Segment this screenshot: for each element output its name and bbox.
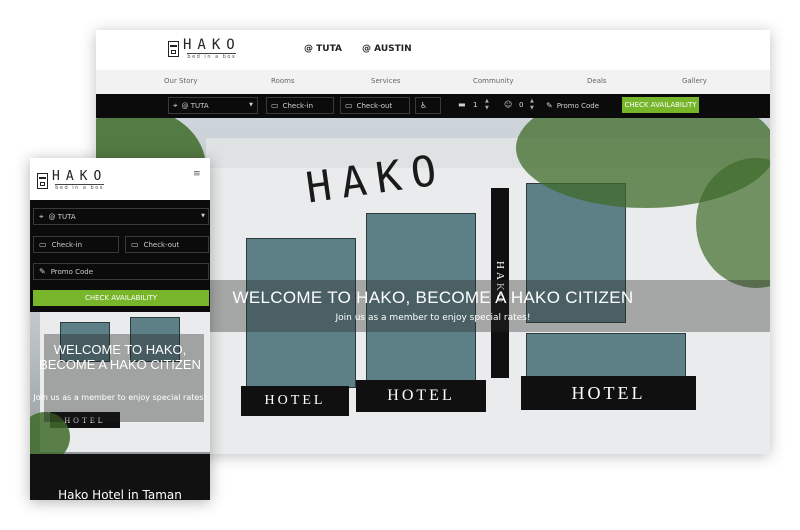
nav-item-rooms[interactable]: Rooms	[271, 77, 295, 85]
chevron-down-icon: ▼	[201, 213, 205, 219]
nav-item-services[interactable]: Services	[371, 77, 401, 85]
location-link-austin[interactable]: @ AUSTIN	[362, 44, 412, 54]
check-availability-button[interactable]: CHECK AVAILABILITY	[622, 97, 699, 113]
checkin-field[interactable]: ▭ Check-in	[33, 236, 119, 253]
map-pin-icon: ⌖	[173, 100, 178, 110]
guests-stepper[interactable]: ▲ ▼	[530, 98, 534, 112]
wheelchair-icon: ♿	[420, 100, 428, 110]
promo-field[interactable]: ✎ Promo Code	[542, 97, 614, 114]
nav-item-our-story[interactable]: Our Story	[164, 77, 198, 85]
location-select[interactable]: ⌖ @ TUTA ▼	[168, 97, 258, 114]
mobile-section-heading: Hako Hotel in Taman	[58, 488, 182, 500]
rooms-count: 1	[473, 101, 478, 109]
promo-field[interactable]: ✎ Promo Code	[33, 263, 209, 280]
map-pin-icon: ⌖	[39, 211, 44, 221]
guests-count: 0	[519, 101, 524, 109]
brand-logo[interactable]: HAKO bed in a box	[168, 38, 241, 60]
bed-icon: ▬	[458, 100, 466, 109]
chevron-down-icon: ▼	[249, 102, 253, 108]
checkout-field[interactable]: ▭ Check-out	[125, 236, 209, 253]
brand-tagline: bed in a box	[187, 53, 237, 60]
mobile-hero-title: WELCOME TO HAKO, BECOME A HAKO CITIZEN	[39, 342, 201, 372]
rooms-stepper[interactable]: ▲ ▼	[485, 98, 489, 112]
brand-logo[interactable]: HAKO bed in a box	[37, 170, 107, 191]
mobile-mockup: HAKO bed in a box ≡ ⌖ @ TUTA ▼ ▭ Check-i…	[30, 158, 210, 500]
nav-item-community[interactable]: Community	[473, 77, 514, 85]
hamburger-menu-icon[interactable]: ≡	[193, 169, 201, 179]
nav-item-deals[interactable]: Deals	[587, 77, 607, 85]
accessibility-toggle[interactable]: ♿	[415, 97, 441, 114]
guest-icon: ☺	[504, 100, 513, 109]
checkin-field[interactable]: ▭ Check-in	[266, 97, 334, 114]
mobile-hero-image: HOTEL WELCOME TO HAKO, BECOME A HAKO CIT…	[30, 312, 210, 500]
hotel-sign: HOTEL	[241, 386, 349, 416]
mobile-header: HAKO bed in a box ≡	[30, 158, 210, 200]
calendar-icon: ▭	[39, 239, 47, 249]
logo-box-icon	[168, 41, 179, 57]
checkout-field[interactable]: ▭ Check-out	[340, 97, 410, 114]
check-availability-button[interactable]: CHECK AVAILABILITY	[33, 290, 209, 306]
calendar-icon: ▭	[345, 100, 353, 110]
mobile-hero-subtitle: Join us as a member to enjoy special rat…	[33, 393, 207, 402]
main-nav: Our Story Rooms Services Community Deals…	[96, 70, 770, 95]
desktop-header: HAKO bed in a box @ TUTA @ AUSTIN	[96, 30, 770, 70]
location-link-tuta[interactable]: @ TUTA	[304, 44, 342, 54]
tag-icon: ✎	[546, 100, 553, 110]
calendar-icon: ▭	[131, 239, 139, 249]
brand-name: HAKO	[183, 37, 241, 53]
location-select[interactable]: ⌖ @ TUTA ▼	[33, 208, 209, 225]
logo-box-icon	[37, 172, 48, 189]
calendar-icon: ▭	[271, 100, 279, 110]
nav-item-gallery[interactable]: Gallery	[682, 77, 707, 85]
tag-icon: ✎	[39, 266, 46, 276]
